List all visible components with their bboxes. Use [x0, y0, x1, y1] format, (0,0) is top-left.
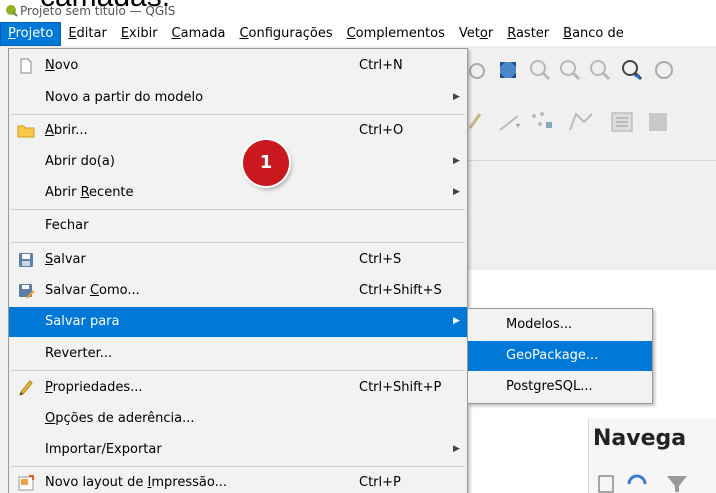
browser-panel-title: Navega: [593, 426, 687, 451]
qgis-logo-icon: [6, 5, 18, 17]
menu-configuracoes[interactable]: Configurações: [232, 23, 339, 45]
svg-text:▾: ▾: [516, 121, 520, 130]
map-navigation-toolbar: [458, 48, 716, 96]
projeto-menu: Novo Ctrl+N Novo a partir do modelo ▶ Ab…: [8, 48, 468, 493]
menu-item-label: Importar/Exportar: [45, 442, 162, 457]
zoom-extent-icon[interactable]: [496, 58, 520, 82]
submenu-item-label: Modelos...: [506, 317, 573, 332]
menu-item-opcoes-de-aderencia[interactable]: Opções de aderência...: [9, 404, 467, 434]
menu-projeto[interactable]: Projeto: [0, 22, 62, 46]
menu-separator: [11, 242, 465, 243]
menu-separator: [11, 209, 465, 210]
new-layout-icon: [18, 475, 34, 491]
attribute-table-icon[interactable]: [610, 110, 642, 134]
menu-camada[interactable]: Camada: [165, 23, 233, 45]
new-document-icon: [20, 58, 32, 74]
menu-item-label: Abrir do(a): [45, 154, 115, 169]
submenu-item-label: PostgreSQL...: [506, 379, 593, 394]
menu-exibir[interactable]: Exibir: [114, 23, 165, 45]
zoom-full-icon[interactable]: [466, 60, 488, 82]
submenu-item-label: GeoPackage...: [506, 348, 599, 363]
properties-pencil-icon: [19, 380, 33, 396]
zoom-layer-icon[interactable]: [528, 58, 552, 82]
menu-item-salvar[interactable]: Salvar Ctrl+S: [9, 245, 467, 275]
menu-item-propriedades[interactable]: Propriedades... Ctrl+Shift+P: [9, 373, 467, 403]
browser-panel: Navega: [588, 418, 716, 493]
toolbar-area: [466, 160, 716, 261]
salvar-para-submenu: Modelos... GeoPackage... PostgreSQL...: [467, 308, 653, 404]
submenu-arrow-icon: ▶: [453, 92, 460, 102]
menu-item-salvar-para[interactable]: Salvar para ▶: [9, 307, 467, 337]
menu-item-novo[interactable]: Novo Ctrl+N: [9, 51, 467, 81]
shortcut-propriedades: Ctrl+Shift+P: [359, 380, 442, 395]
submenu-arrow-icon: ▶: [453, 444, 460, 454]
menu-item-abrir-do[interactable]: Abrir do(a) ▶: [9, 147, 467, 177]
browser-toolbar-icons[interactable]: [597, 472, 697, 493]
menu-separator: [11, 370, 465, 371]
menu-editar[interactable]: Editar: [61, 23, 114, 45]
submenu-item-geopackage[interactable]: GeoPackage...: [468, 341, 652, 371]
submenu-arrow-icon: ▶: [453, 187, 460, 197]
qgis-window: Projeto sem título — QGIS camadas. Proje…: [0, 0, 716, 493]
menu-item-importar-exportar[interactable]: Importar/Exportar ▶: [9, 435, 467, 465]
save-as-icon: [19, 284, 35, 299]
shortcut-novo-layout: Ctrl+P: [359, 475, 401, 490]
zoom-next-icon[interactable]: [652, 58, 676, 82]
menu-raster[interactable]: Raster: [500, 23, 556, 45]
calculator-icon[interactable]: [646, 110, 670, 134]
shortcut-salvar-como: Ctrl+Shift+S: [359, 283, 442, 298]
menu-item-abrir-recente[interactable]: Abrir Recente ▶: [9, 178, 467, 208]
submenu-item-postgresql[interactable]: PostgreSQL...: [468, 372, 652, 402]
menu-item-salvar-como[interactable]: Salvar Como... Ctrl+Shift+S: [9, 276, 467, 306]
menu-item-label: Reverter...: [45, 346, 113, 361]
shortcut-novo: Ctrl+N: [359, 58, 403, 73]
menu-item-fechar[interactable]: Fechar: [9, 211, 467, 241]
zoom-last-icon[interactable]: [620, 58, 644, 82]
menu-item-abrir[interactable]: Abrir... Ctrl+O: [9, 116, 467, 146]
window-title: Projeto sem título — QGIS: [20, 4, 176, 18]
edit-pencil-icon[interactable]: [466, 110, 486, 132]
digitize-tools-icon[interactable]: [566, 110, 598, 134]
menu-item-label: Fechar: [45, 218, 89, 233]
menu-item-label: Salvar para: [45, 314, 120, 329]
vertex-tool-icon[interactable]: [528, 110, 558, 134]
digitizing-toolbar: ▾: [458, 100, 716, 146]
menu-separator: [11, 114, 465, 115]
zoom-native-icon[interactable]: [588, 58, 612, 82]
shortcut-abrir: Ctrl+O: [359, 123, 404, 138]
menu-vetor[interactable]: Vetor: [452, 23, 500, 45]
menu-item-reverter[interactable]: Reverter...: [9, 339, 467, 369]
submenu-arrow-icon: ▶: [453, 156, 460, 166]
menu-banco-de[interactable]: Banco de: [556, 23, 631, 45]
submenu-item-modelos[interactable]: Modelos...: [468, 310, 652, 340]
submenu-arrow-icon: ▶: [453, 316, 460, 326]
menu-separator: [11, 466, 465, 467]
step-number-badge: 1: [243, 140, 289, 186]
menu-item-novo-layout[interactable]: Novo layout de Impressão... Ctrl+P: [9, 468, 467, 493]
menu-item-novo-a-partir-do-modelo[interactable]: Novo a partir do modelo ▶: [9, 83, 467, 113]
menu-item-label: Novo a partir do modelo: [45, 90, 204, 105]
add-line-icon[interactable]: ▾: [498, 112, 522, 132]
save-icon: [19, 253, 33, 267]
menu-bar: Projeto Editar Exibir Camada Configuraçõ…: [0, 22, 716, 46]
shortcut-salvar: Ctrl+S: [359, 252, 402, 267]
menu-complementos[interactable]: Complementos: [340, 23, 452, 45]
folder-open-icon: [17, 125, 35, 138]
title-bar: Projeto sem título — QGIS: [0, 0, 716, 22]
zoom-selection-icon[interactable]: [558, 58, 582, 82]
